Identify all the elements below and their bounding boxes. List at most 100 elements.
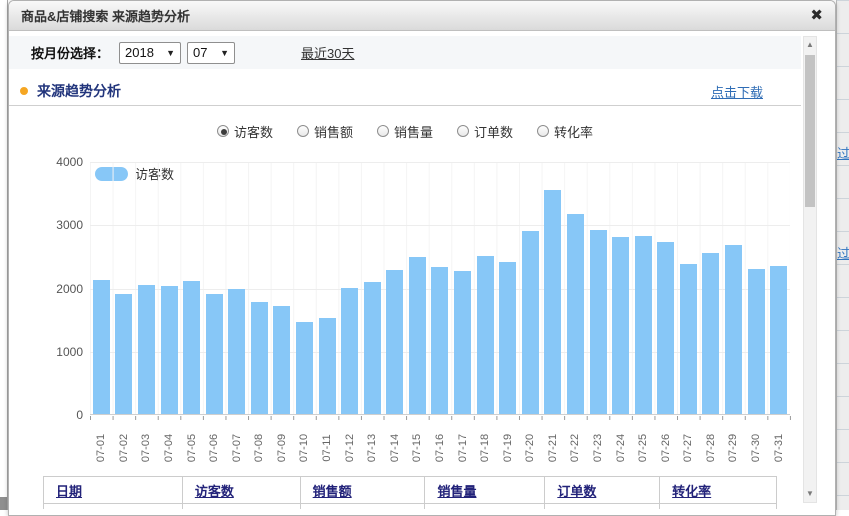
bar-07-17[interactable] [454,271,471,414]
bar-cell [722,162,745,414]
x-axis-label-cell: 07-11 [316,422,339,474]
bar-cell [519,162,542,414]
x-axis-label: 07-05 [186,434,198,462]
bar-07-16[interactable] [431,267,448,414]
x-axis-label: 07-29 [727,434,739,462]
bar-07-06[interactable] [206,294,223,414]
bar-cell [90,162,113,414]
x-axis-label: 07-03 [140,434,152,462]
bar-07-04[interactable] [161,286,178,414]
month-filter-row: 按月份选择： 2018 ▼ 07 ▼ 最近30天 [9,36,801,69]
bar-07-27[interactable] [680,264,697,414]
x-axis-label: 07-04 [163,434,175,462]
download-link[interactable]: 点击下载 [711,82,763,101]
table-header-cell: 订单数 [545,477,660,503]
month-select[interactable]: 07 ▼ [187,42,235,64]
x-axis-label-cell: 07-28 [700,422,723,474]
x-axis-label-cell: 07-25 [632,422,655,474]
x-axis-label: 07-27 [682,434,694,462]
bar-cell [564,162,587,414]
recent-30-days-link[interactable]: 最近30天 [301,43,354,62]
bar-07-01[interactable] [93,280,110,414]
bar-cell [767,162,790,414]
x-axis-label-cell: 07-24 [609,422,632,474]
scroll-down-icon[interactable]: ▼ [804,489,816,499]
radio-option-转化率[interactable]: 转化率 [537,122,593,141]
bar-07-05[interactable] [183,281,200,414]
table-cell-empty [545,504,660,509]
bar-07-15[interactable] [409,257,426,414]
y-axis-label: 2000 [35,281,83,297]
page-bottom-fragment [0,497,7,510]
background-page-strip: 过过 [836,0,849,510]
bar-07-29[interactable] [725,245,742,415]
table-header-cell: 销售额 [301,477,426,503]
bar-07-08[interactable] [251,302,268,414]
x-axis-label-cell: 07-05 [180,422,203,474]
bar-cell [677,162,700,414]
close-icon[interactable]: ✖ [810,8,823,23]
chevron-down-icon: ▼ [166,48,175,58]
bar-cell [587,162,610,414]
bar-07-23[interactable] [590,230,607,414]
table-header-link-订单数[interactable]: 订单数 [557,481,596,500]
bar-07-13[interactable] [364,282,381,414]
bar-07-18[interactable] [477,256,494,414]
bar-07-20[interactable] [522,231,539,414]
bar-07-09[interactable] [273,306,290,414]
table-header-link-转化率[interactable]: 转化率 [672,481,711,500]
table-header-cell: 销售量 [425,477,545,503]
bar-07-31[interactable] [770,266,787,414]
bar-cell [338,162,361,414]
dialog-body: 按月份选择： 2018 ▼ 07 ▼ 最近30天 来源趋势分析 点击下载 访客数… [9,31,835,509]
radio-option-label: 销售量 [394,122,433,141]
bar-cell [316,162,339,414]
table-header-link-销售额[interactable]: 销售额 [313,481,352,500]
radio-option-访客数[interactable]: 访客数 [217,122,273,141]
x-axis-label: 07-28 [705,434,717,462]
bar-07-30[interactable] [748,269,765,415]
bar-07-24[interactable] [612,237,629,414]
year-select[interactable]: 2018 ▼ [119,42,181,64]
vertical-scrollbar[interactable]: ▲ ▼ [803,36,817,503]
table-header-link-销售量[interactable]: 销售量 [437,481,476,500]
bar-07-07[interactable] [228,289,245,414]
bar-07-28[interactable] [702,253,719,414]
month-filter-label: 按月份选择： [31,43,109,62]
radio-option-订单数[interactable]: 订单数 [457,122,513,141]
section-title: 来源趋势分析 [37,81,121,101]
x-axis-label-cell: 07-17 [451,422,474,474]
bar-07-25[interactable] [635,236,652,414]
bar-cell [361,162,384,414]
radio-option-销售量[interactable]: 销售量 [377,122,433,141]
bar-cell [406,162,429,414]
bar-07-21[interactable] [544,190,561,415]
x-axis-label: 07-08 [253,434,265,462]
table-header-cell: 转化率 [660,477,777,503]
bar-07-26[interactable] [657,242,674,414]
bar-07-14[interactable] [386,270,403,414]
x-axis-label: 07-14 [389,434,401,462]
x-axis-label: 07-01 [95,434,107,462]
table-header-link-访客数[interactable]: 访客数 [195,481,234,500]
bar-07-03[interactable] [138,285,155,414]
radio-option-销售额[interactable]: 销售额 [297,122,353,141]
radio-option-label: 转化率 [554,122,593,141]
table-cell-empty [660,504,777,509]
bar-07-19[interactable] [499,262,516,414]
scrollbar-thumb[interactable] [805,55,815,207]
bar-07-02[interactable] [115,294,132,414]
scroll-up-icon[interactable]: ▲ [804,40,816,50]
bar-07-22[interactable] [567,214,584,414]
metric-radio-group: 访客数 销售额 销售量 订单数 转化率 [9,119,801,143]
bar-07-10[interactable] [296,322,313,414]
bar-07-12[interactable] [341,288,358,414]
bar-07-11[interactable] [319,318,336,415]
bar-cell [203,162,226,414]
x-axis-label-cell: 07-20 [519,422,542,474]
x-axis-label: 07-23 [592,434,604,462]
table-header-link-日期[interactable]: 日期 [56,481,82,500]
bar-cell [384,162,407,414]
x-axis-label-cell: 07-09 [271,422,294,474]
dialog-title: 商品&店铺搜索 来源趋势分析 [21,6,190,25]
